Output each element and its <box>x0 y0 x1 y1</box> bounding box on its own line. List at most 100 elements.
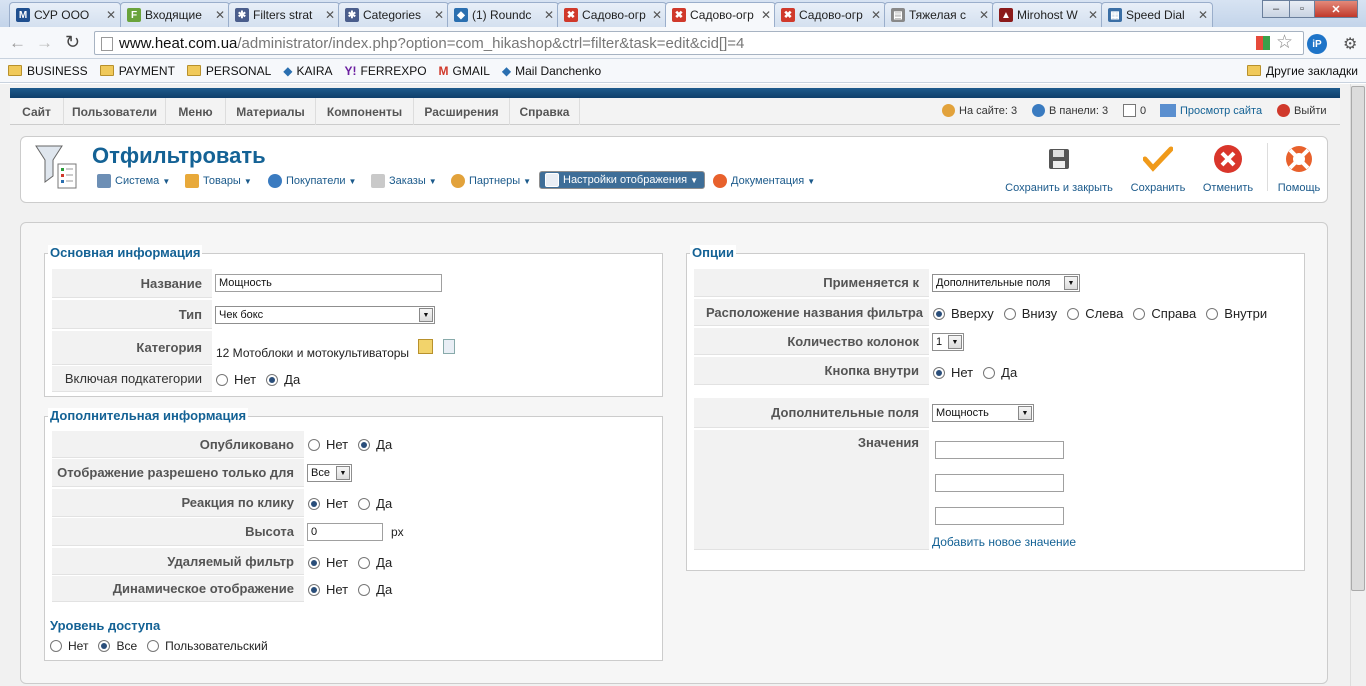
radio-button[interactable] <box>358 497 371 510</box>
save-button[interactable]: Сохранить <box>1127 144 1189 194</box>
name-input[interactable]: Мощность <box>215 274 442 292</box>
messages-status[interactable]: 0 <box>1123 104 1146 117</box>
browser-tab[interactable]: ✱ Categories ✕ <box>338 2 449 27</box>
reload-icon[interactable]: ↻ <box>65 32 80 53</box>
close-tab-icon[interactable]: ✕ <box>544 8 554 22</box>
position-inside[interactable]: Внутри <box>1206 306 1267 321</box>
close-tab-icon[interactable]: ✕ <box>871 8 881 22</box>
help-button[interactable]: Помощь <box>1276 144 1322 194</box>
radio-button[interactable] <box>358 556 371 569</box>
position-right[interactable]: Справа <box>1133 306 1196 321</box>
logout-link[interactable]: Выйти <box>1277 104 1327 117</box>
button-inside-yes[interactable]: Да <box>983 365 1017 380</box>
position-left[interactable]: Слева <box>1067 306 1123 321</box>
radio-button[interactable] <box>933 307 945 320</box>
radio-button[interactable] <box>50 640 62 652</box>
bookmark-gmail[interactable]: M GMAIL <box>439 64 490 78</box>
view-site-link[interactable]: Просмотр сайта <box>1160 104 1262 117</box>
wrench-icon[interactable]: ⚙ <box>1343 34 1357 54</box>
dynamic-yes[interactable]: Да <box>358 582 392 597</box>
bookmark-personal[interactable]: PERSONAL <box>186 64 271 78</box>
browser-tab[interactable]: ✖ Садово-огр ✕ <box>774 2 886 27</box>
height-input[interactable]: 0 <box>307 523 383 541</box>
maximize-button[interactable]: ▫ <box>1289 0 1315 18</box>
close-tab-icon[interactable]: ✕ <box>434 8 444 22</box>
menu-site[interactable]: Сайт <box>10 98 64 125</box>
extra-fields-select[interactable]: Мощность ▼ <box>932 404 1034 422</box>
removable-no[interactable]: Нет <box>308 555 348 570</box>
access-custom[interactable]: Пользовательский <box>147 639 268 653</box>
menu-content[interactable]: Материалы <box>226 98 316 125</box>
trash-icon[interactable] <box>443 339 455 354</box>
browser-tab[interactable]: ▦ Speed Dial ✕ <box>1101 2 1213 27</box>
browser-tab[interactable]: M СУР ООО ✕ <box>9 2 121 27</box>
value-input-3[interactable] <box>935 507 1064 525</box>
addon-icon[interactable]: iP <box>1307 34 1327 54</box>
dynamic-no[interactable]: Нет <box>308 582 348 597</box>
radio-button[interactable] <box>98 640 111 652</box>
close-tab-icon[interactable]: ✕ <box>1088 8 1098 22</box>
browser-tab[interactable]: F Входящие ✕ <box>120 2 230 27</box>
removable-yes[interactable]: Да <box>358 555 392 570</box>
value-input-1[interactable] <box>935 441 1064 459</box>
radio-button[interactable] <box>147 640 160 652</box>
close-tab-icon[interactable]: ✕ <box>979 8 989 22</box>
menu-users[interactable]: Пользователи <box>64 98 166 125</box>
other-bookmarks[interactable]: Другие закладки <box>1247 64 1358 78</box>
radio-button[interactable] <box>983 366 996 379</box>
radio-button[interactable] <box>308 556 320 569</box>
bookmark-payment[interactable]: PAYMENT <box>99 64 175 78</box>
browser-tab[interactable]: ▲ Mirohost W ✕ <box>992 2 1103 27</box>
browser-tab[interactable]: ◆ (1) Roundc ✕ <box>447 2 559 27</box>
submenu-documentation[interactable]: Документация ▼ <box>713 171 815 191</box>
back-icon[interactable]: ← <box>9 33 26 53</box>
bookmark-ferrexpo[interactable]: Y! FERREXPO <box>345 64 427 78</box>
radio-button[interactable] <box>266 373 279 386</box>
radio-button[interactable] <box>358 438 371 451</box>
forward-icon[interactable]: → <box>36 33 53 53</box>
scrollbar-thumb[interactable] <box>1351 86 1365 591</box>
subcategories-no[interactable]: Нет <box>216 372 256 387</box>
add-value-link[interactable]: Добавить новое значение <box>932 535 1076 549</box>
star-icon[interactable]: ☆ <box>1276 31 1293 54</box>
radio-button[interactable] <box>308 583 320 596</box>
address-bar[interactable]: www.heat.com.ua/administrator/index.php?… <box>94 31 1304 55</box>
radio-button[interactable] <box>358 583 371 596</box>
access-none[interactable]: Нет <box>50 639 88 653</box>
close-tab-icon[interactable]: ✕ <box>1198 8 1208 22</box>
menu-menus[interactable]: Меню <box>166 98 226 125</box>
access-all[interactable]: Все <box>98 639 137 653</box>
browser-tab[interactable]: ✱ Filters strat ✕ <box>228 2 340 27</box>
submenu-display-settings[interactable]: Настройки отображения ▼ <box>539 171 705 189</box>
type-select[interactable]: Чек бокс ▼ <box>215 306 435 324</box>
submenu-products[interactable]: Товары ▼ <box>185 171 252 191</box>
radio-button[interactable] <box>1133 307 1146 320</box>
radio-button[interactable] <box>1067 307 1080 320</box>
submenu-partners[interactable]: Партнеры ▼ <box>451 171 531 191</box>
position-top[interactable]: Вверху <box>933 306 994 321</box>
published-no[interactable]: Нет <box>308 437 348 452</box>
menu-extensions[interactable]: Расширения <box>414 98 510 125</box>
close-tab-icon[interactable]: ✕ <box>106 8 116 22</box>
close-window-button[interactable]: ✕ <box>1314 0 1358 18</box>
radio-button[interactable] <box>308 438 320 451</box>
extension-icon[interactable] <box>1256 36 1270 50</box>
click-reaction-no[interactable]: Нет <box>308 496 348 511</box>
published-yes[interactable]: Да <box>358 437 392 452</box>
radio-button[interactable] <box>216 373 228 386</box>
close-tab-icon[interactable]: ✕ <box>652 8 662 22</box>
button-inside-no[interactable]: Нет <box>933 365 973 380</box>
browser-tab[interactable]: ✖ Садово-огр ✕ <box>557 2 667 27</box>
bookmark-mail-danchenko[interactable]: ◆ Mail Danchenko <box>502 64 601 78</box>
click-reaction-yes[interactable]: Да <box>358 496 392 511</box>
radio-button[interactable] <box>1003 307 1016 320</box>
minimize-button[interactable]: – <box>1262 0 1290 18</box>
submenu-orders[interactable]: Заказы ▼ <box>371 171 437 191</box>
browser-tab[interactable]: ▤ Тяжелая с ✕ <box>884 2 994 27</box>
radio-button[interactable] <box>933 366 945 379</box>
applies-to-select[interactable]: Дополнительные поля ▼ <box>932 274 1080 292</box>
edit-icon[interactable] <box>418 339 433 354</box>
browser-tab[interactable]: ✖ Садово-огр ✕ <box>665 2 776 27</box>
close-tab-icon[interactable]: ✕ <box>215 8 225 22</box>
menu-components[interactable]: Компоненты <box>316 98 414 125</box>
